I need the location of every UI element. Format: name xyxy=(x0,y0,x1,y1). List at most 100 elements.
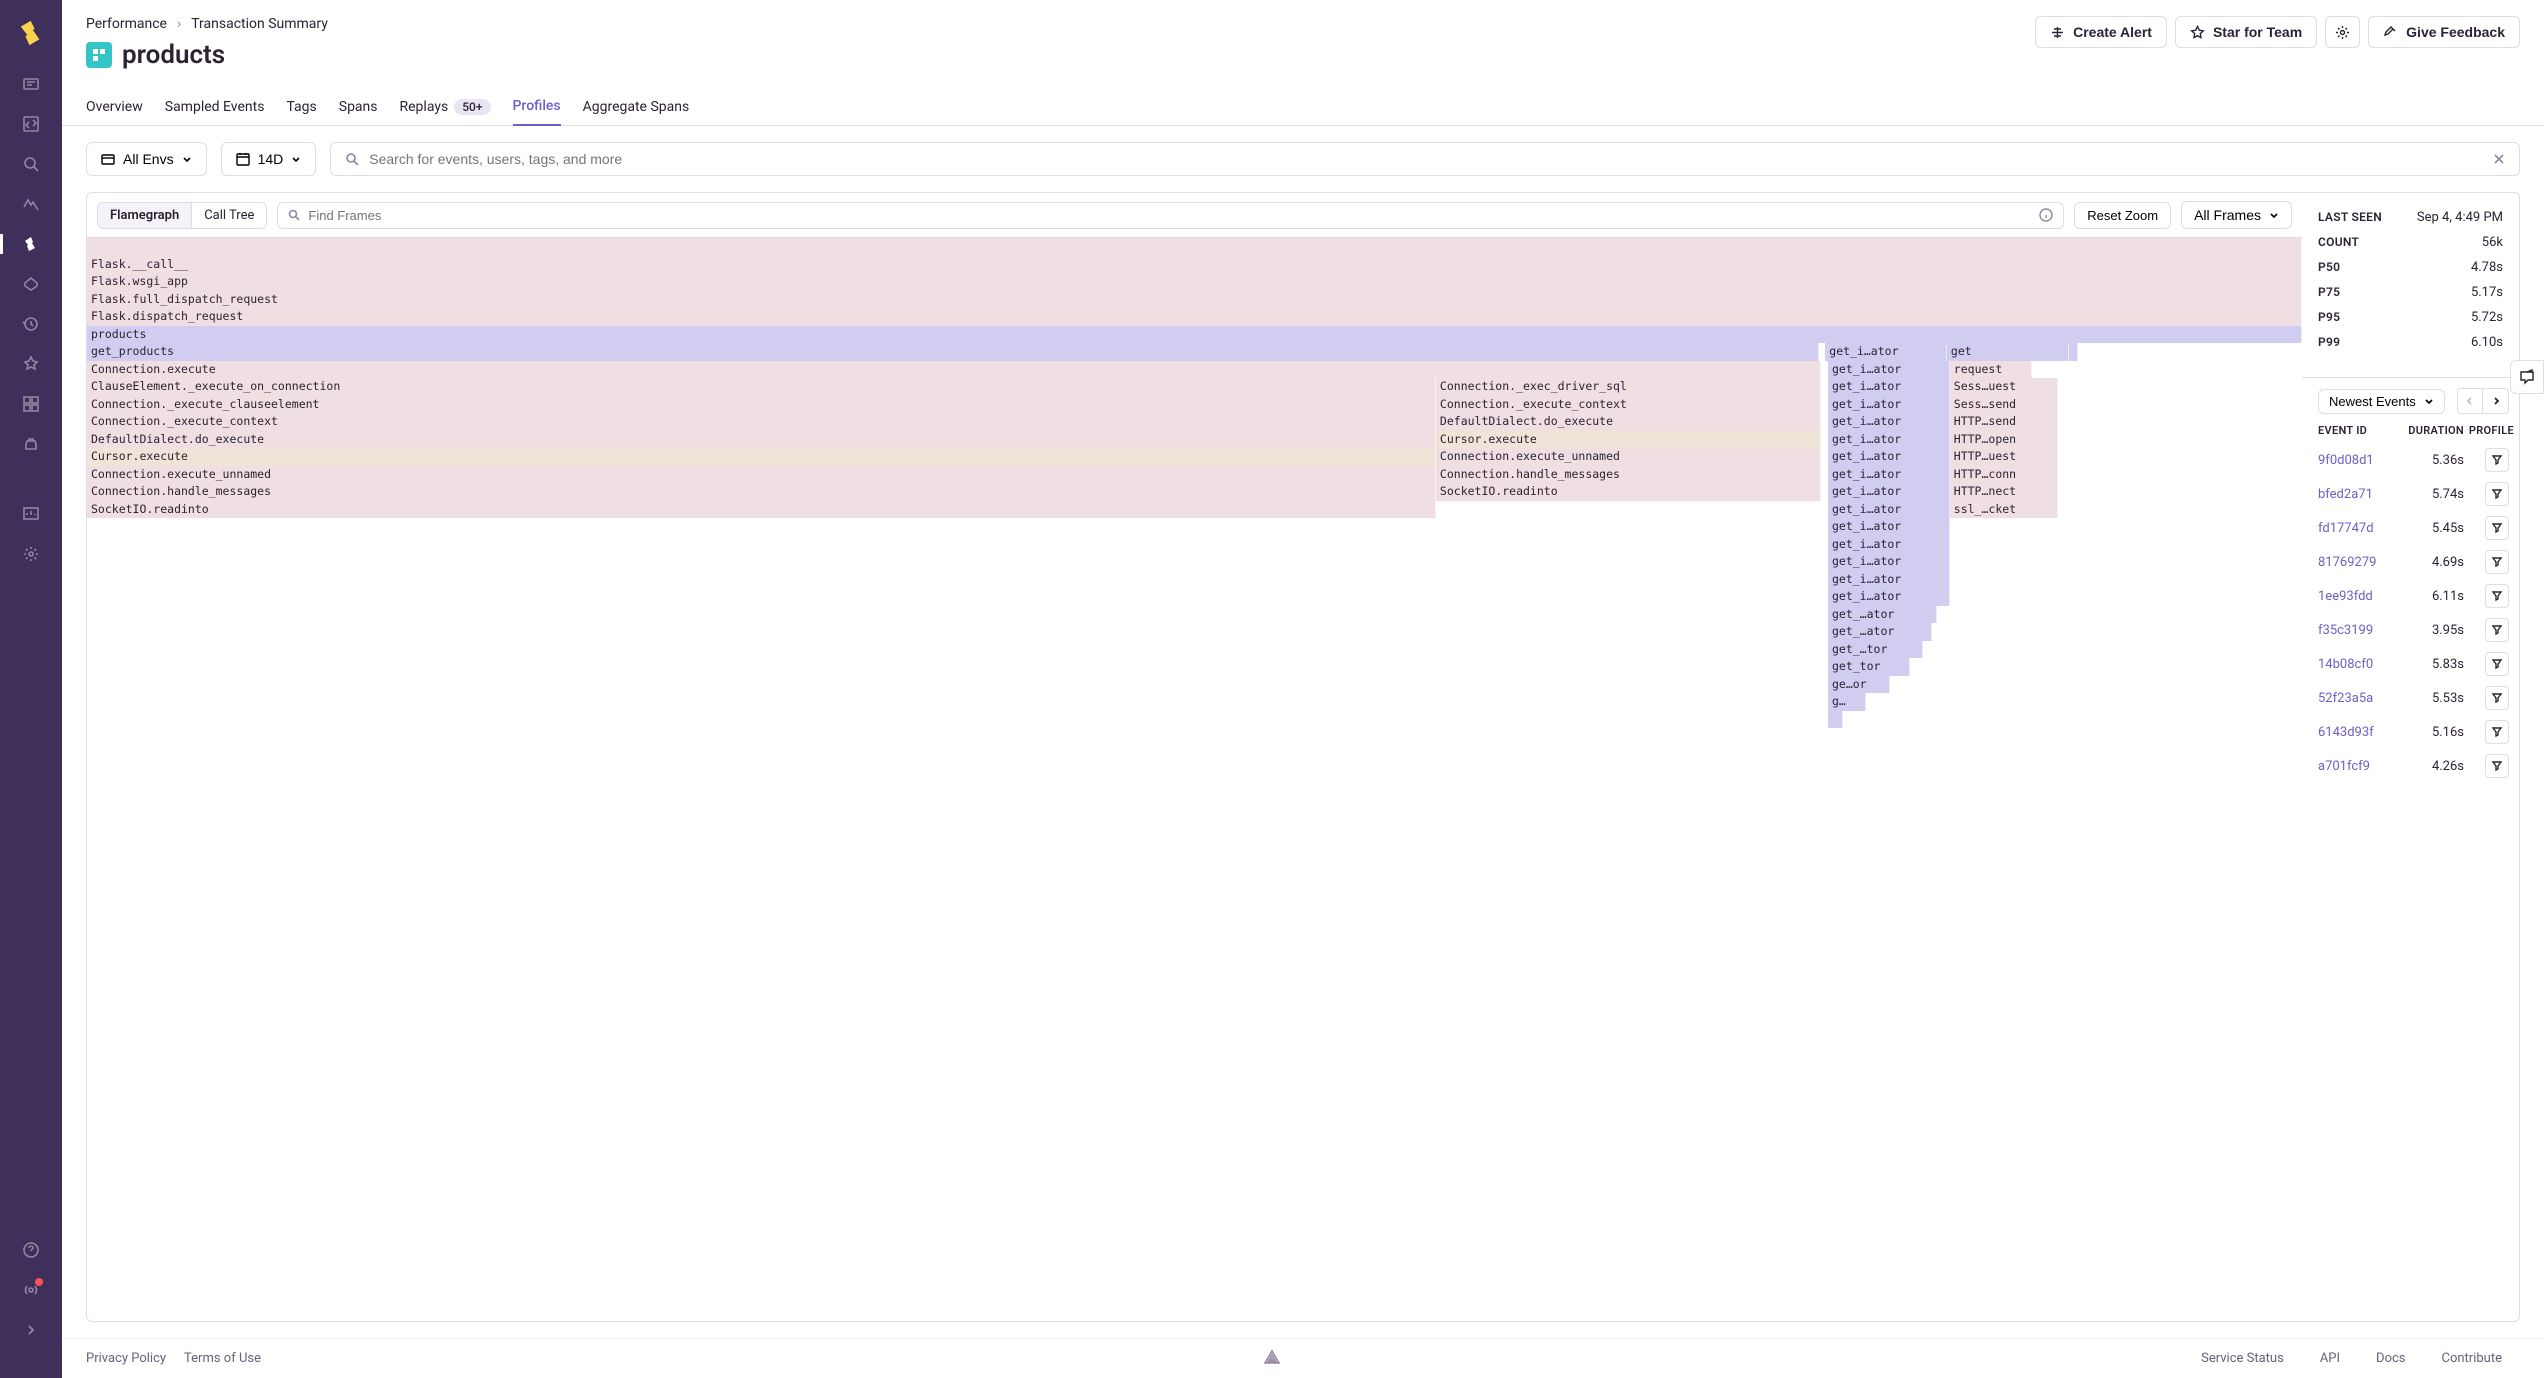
frame[interactable]: SocketIO.readinto xyxy=(1436,483,1821,501)
frame[interactable]: Connection.execute_unnamed xyxy=(1436,448,1821,466)
tab-profiles[interactable]: Profiles xyxy=(513,88,561,126)
event-id-link[interactable]: fd17747d xyxy=(2318,521,2394,536)
releases-icon[interactable] xyxy=(21,434,41,454)
broadcast-icon[interactable] xyxy=(21,1280,41,1300)
profile-icon[interactable] xyxy=(2485,584,2509,608)
frame[interactable]: request xyxy=(1950,361,2032,379)
frame[interactable]: get_i…ator xyxy=(1825,343,1947,361)
frame[interactable]: Connection.execute xyxy=(87,361,1821,379)
frame[interactable]: get_…ator xyxy=(1828,606,1937,624)
privacy-link[interactable]: Privacy Policy xyxy=(86,1351,166,1366)
frame[interactable]: HTTP…nect xyxy=(1950,483,2059,501)
next-page-btn[interactable] xyxy=(2483,388,2509,414)
frame[interactable]: HTTP…conn xyxy=(1950,466,2059,484)
frame[interactable]: Connection._execute_context xyxy=(1436,396,1821,414)
frame[interactable]: Sess…uest xyxy=(1950,378,2059,396)
settings-icon[interactable] xyxy=(21,544,41,564)
tab-overview[interactable]: Overview xyxy=(86,88,143,125)
alerts-icon[interactable] xyxy=(21,274,41,294)
create-alert-button[interactable]: Create Alert xyxy=(2035,16,2167,48)
frame[interactable]: Flask.full_dispatch_request xyxy=(87,291,2302,309)
frame[interactable]: HTTP…uest xyxy=(1950,448,2059,466)
frame[interactable]: get_i…ator xyxy=(1828,553,1950,571)
profile-icon[interactable] xyxy=(2485,754,2509,778)
frames-filter[interactable]: All Frames xyxy=(2181,201,2292,229)
frame[interactable]: get_i…ator xyxy=(1828,361,1950,379)
frame[interactable]: Connection.handle_messages xyxy=(1436,466,1821,484)
frame[interactable]: Connection._execute_clauseelement xyxy=(87,396,1436,414)
find-frames-input[interactable] xyxy=(308,208,2031,223)
search-box[interactable] xyxy=(330,142,2520,176)
profiling-icon[interactable] xyxy=(21,234,41,254)
frame[interactable]: get_i…ator xyxy=(1828,396,1950,414)
expand-sidebar-icon[interactable] xyxy=(21,1320,41,1340)
gear-button[interactable] xyxy=(2325,16,2360,48)
profile-icon[interactable] xyxy=(2485,516,2509,540)
frame[interactable]: get_i…ator xyxy=(1828,378,1950,396)
prev-page-btn[interactable] xyxy=(2457,388,2483,414)
env-filter[interactable]: All Envs xyxy=(86,142,207,176)
frame[interactable]: get_tor xyxy=(1828,658,1910,676)
status-link[interactable]: Service Status xyxy=(2201,1351,2284,1366)
time-filter[interactable]: 14D xyxy=(221,142,317,176)
feedback-bubble-icon[interactable] xyxy=(2510,360,2544,394)
search-icon[interactable] xyxy=(21,154,41,174)
frame[interactable]: get_i…ator xyxy=(1828,518,1950,536)
frame[interactable]: DefaultDialect.do_execute xyxy=(87,431,1436,449)
frame[interactable] xyxy=(2069,343,2078,361)
frame[interactable]: Flask.dispatch_request xyxy=(87,308,2302,326)
help-icon[interactable] xyxy=(21,1240,41,1260)
profile-icon[interactable] xyxy=(2485,618,2509,642)
frame[interactable]: Sess…send xyxy=(1950,396,2059,414)
frame[interactable]: HTTP…open xyxy=(1950,431,2059,449)
frame[interactable]: Flask.__call__ xyxy=(87,256,2302,274)
contribute-link[interactable]: Contribute xyxy=(2442,1351,2503,1366)
events-sort[interactable]: Newest Events xyxy=(2318,389,2445,414)
breadcrumb-root[interactable]: Performance xyxy=(86,16,167,32)
frame[interactable]: Flask.wsgi_app xyxy=(87,273,2302,291)
frame[interactable]: products xyxy=(87,326,2302,344)
frame[interactable]: Cursor.execute xyxy=(87,448,1436,466)
frame[interactable]: get xyxy=(1947,343,2069,361)
profile-icon[interactable] xyxy=(2485,686,2509,710)
frame[interactable]: Connection.handle_messages xyxy=(87,483,1436,501)
frame[interactable]: SocketIO.readinto xyxy=(87,501,1436,519)
info-icon[interactable] xyxy=(2039,208,2053,222)
performance-icon[interactable] xyxy=(21,194,41,214)
event-id-link[interactable]: bfed2a71 xyxy=(2318,487,2394,502)
stats-icon[interactable] xyxy=(21,504,41,524)
api-link[interactable]: API xyxy=(2320,1351,2340,1366)
frame[interactable]: g… xyxy=(1828,693,1866,711)
terms-link[interactable]: Terms of Use xyxy=(184,1351,261,1366)
frame[interactable]: Cursor.execute xyxy=(1436,431,1821,449)
frame[interactable]: DefaultDialect.do_execute xyxy=(1436,413,1821,431)
event-id-link[interactable]: 14b08cf0 xyxy=(2318,657,2394,672)
event-id-link[interactable]: 9f0d08d1 xyxy=(2318,453,2394,468)
frame[interactable]: get_…ator xyxy=(1828,623,1932,641)
event-id-link[interactable]: 52f23a5a xyxy=(2318,691,2394,706)
docs-link[interactable]: Docs xyxy=(2376,1351,2405,1366)
profile-icon[interactable] xyxy=(2485,652,2509,676)
find-frames-box[interactable] xyxy=(277,202,2064,229)
frame[interactable]: Connection._exec_driver_sql xyxy=(1436,378,1821,396)
frame[interactable]: get_i…ator xyxy=(1828,483,1950,501)
tab-aggregate-spans[interactable]: Aggregate Spans xyxy=(583,88,690,125)
tab-spans[interactable]: Spans xyxy=(339,88,378,125)
search-input[interactable] xyxy=(369,151,2483,167)
frame[interactable]: get_i…ator xyxy=(1828,431,1950,449)
profile-icon[interactable] xyxy=(2485,448,2509,472)
event-id-link[interactable]: 1ee93fdd xyxy=(2318,589,2394,604)
event-id-link[interactable]: a701fcf9 xyxy=(2318,759,2394,774)
frame[interactable] xyxy=(1828,711,1844,729)
logo-icon[interactable] xyxy=(16,18,46,74)
frame[interactable] xyxy=(87,238,2302,256)
feedback-button[interactable]: Give Feedback xyxy=(2368,16,2520,48)
frame[interactable]: Connection._execute_context xyxy=(87,413,1436,431)
discover-icon[interactable] xyxy=(21,354,41,374)
tab-replays[interactable]: Replays50+ xyxy=(400,88,491,125)
frame[interactable]: ClauseElement._execute_on_connection xyxy=(87,378,1436,396)
tab-sampled-events[interactable]: Sampled Events xyxy=(165,88,265,125)
clear-icon[interactable] xyxy=(2493,153,2505,165)
flamegraph-view-btn[interactable]: Flamegraph xyxy=(98,203,191,228)
frame[interactable]: get_products xyxy=(87,343,1819,361)
